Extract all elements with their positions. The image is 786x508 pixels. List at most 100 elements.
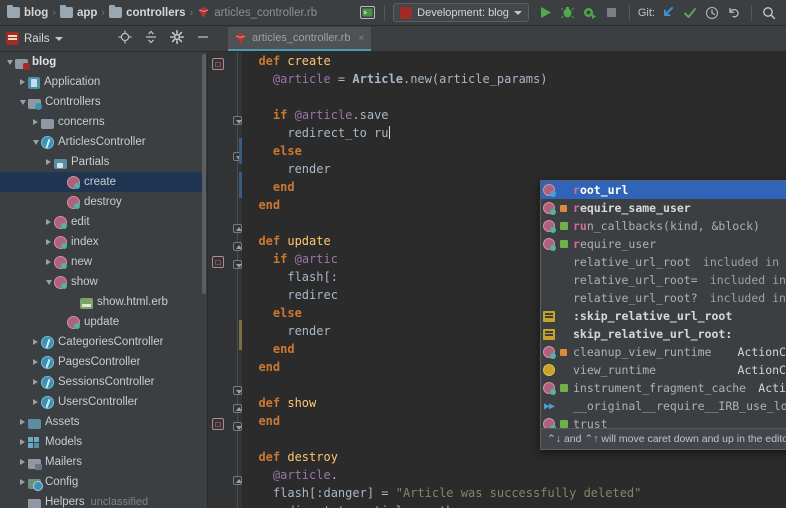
tree-expand-arrow-icon[interactable] bbox=[30, 112, 41, 132]
tree-expand-arrow-icon[interactable] bbox=[30, 392, 41, 412]
overridden-method-marker[interactable]: □ bbox=[212, 418, 224, 430]
tree-expand-arrow-icon[interactable] bbox=[30, 332, 41, 352]
tree-item-update[interactable]: update bbox=[0, 312, 207, 332]
completion-item[interactable]: root_urlArticlesController bbox=[541, 181, 786, 199]
tree-expand-arrow-icon[interactable] bbox=[30, 132, 41, 152]
completion-item-label: __original__require__IRB_use_loader__ bbox=[573, 399, 786, 413]
completion-item[interactable]: view_runtime ActionController::Instrument… bbox=[541, 361, 786, 379]
tree-item-index[interactable]: index bbox=[0, 232, 207, 252]
collapse-all-icon[interactable] bbox=[144, 30, 158, 47]
tree-expand-arrow-icon[interactable] bbox=[43, 232, 54, 252]
completion-item[interactable]: require_same_userArticlesController bbox=[541, 199, 786, 217]
fold-toggle[interactable] bbox=[233, 422, 242, 431]
commit-icon[interactable] bbox=[679, 2, 701, 24]
update-project-icon[interactable] bbox=[657, 2, 679, 24]
breadcrumb-item-file[interactable]: articles_controller.rb bbox=[194, 0, 320, 26]
completion-item-label: run_callbacks(kind, &block) bbox=[573, 219, 760, 233]
sidebar-scrollbar-thumb[interactable] bbox=[202, 54, 206, 294]
close-icon[interactable]: × bbox=[358, 33, 364, 44]
completion-item[interactable]: run_callbacks(kind, &block)ActiveSupport… bbox=[541, 217, 786, 235]
tree-item-application[interactable]: Application bbox=[0, 72, 207, 92]
fold-toggle[interactable] bbox=[233, 260, 242, 269]
completion-item[interactable]: relative_url_root? included in AbstractCo… bbox=[541, 289, 786, 307]
locate-icon[interactable] bbox=[118, 30, 132, 47]
breadcrumb-label: controllers bbox=[126, 6, 186, 19]
tree-item-pagescontroller[interactable]: PagesController bbox=[0, 352, 207, 372]
debug-button[interactable] bbox=[557, 2, 579, 24]
tree-expand-arrow-icon[interactable] bbox=[43, 272, 54, 292]
completion-item[interactable]: cleanup_view_runtime ActionController::In… bbox=[541, 343, 786, 361]
tree-item-articlescontroller[interactable]: ArticlesController bbox=[0, 132, 207, 152]
search-everywhere-icon[interactable] bbox=[758, 2, 780, 24]
completion-item[interactable]: instrument_fragment_cache ActionControlle… bbox=[541, 379, 786, 397]
sidebar-scrollbar[interactable] bbox=[201, 52, 207, 508]
run-button[interactable] bbox=[535, 2, 557, 24]
tree-item-destroy[interactable]: destroy bbox=[0, 192, 207, 212]
completion-item[interactable]: skip_relative_url_root: bbox=[541, 325, 786, 343]
rollback-icon[interactable] bbox=[723, 2, 745, 24]
tree-item-categoriescontroller[interactable]: CategoriesController bbox=[0, 332, 207, 352]
history-icon[interactable] bbox=[701, 2, 723, 24]
fold-toggle[interactable] bbox=[233, 116, 242, 125]
tree-item-label: destroy bbox=[84, 196, 122, 208]
code-completion-popup[interactable]: root_urlArticlesControllerrequire_same_u… bbox=[540, 180, 786, 450]
tree-expand-arrow-icon[interactable] bbox=[17, 92, 28, 112]
project-tree[interactable]: blog Application Controllers concerns Articl… bbox=[0, 52, 208, 508]
settings-icon[interactable] bbox=[170, 30, 184, 47]
text-caret bbox=[388, 126, 390, 139]
completion-item[interactable]: :skip_relative_url_root bbox=[541, 307, 786, 325]
tree-item-partials[interactable]: Partials bbox=[0, 152, 207, 172]
fold-toggle[interactable] bbox=[233, 242, 242, 251]
tree-expand-arrow-icon[interactable] bbox=[17, 412, 28, 432]
run-configuration-selector[interactable]: Development: blog bbox=[393, 3, 529, 22]
tree-expand-arrow-icon[interactable] bbox=[17, 472, 28, 492]
breadcrumb-item-controllers[interactable]: controllers bbox=[106, 0, 188, 26]
tree-item-concerns[interactable]: concerns bbox=[0, 112, 207, 132]
tree-item-controllers[interactable]: Controllers bbox=[0, 92, 207, 112]
completion-item[interactable]: relative_url_root included in AbstractCon… bbox=[541, 253, 786, 271]
rails-icon bbox=[6, 32, 19, 45]
tree-item-sessionscontroller[interactable]: SessionsController bbox=[0, 372, 207, 392]
tree-item-blog[interactable]: blog bbox=[0, 52, 207, 72]
stop-button[interactable] bbox=[601, 2, 623, 24]
fold-toggle[interactable] bbox=[233, 386, 242, 395]
completion-item[interactable]: relative_url_root= included in AbstractCo… bbox=[541, 271, 786, 289]
tree-item-label: Models bbox=[45, 436, 83, 448]
tree-item-helpers[interactable]: Helpers unclassified bbox=[0, 492, 207, 508]
tree-item-mailers[interactable]: Mailers bbox=[0, 452, 207, 472]
breadcrumb-item-blog[interactable]: blog bbox=[4, 0, 51, 26]
tree-item-userscontroller[interactable]: UsersController bbox=[0, 392, 207, 412]
tree-expand-arrow-icon[interactable] bbox=[30, 372, 41, 392]
tree-item-models[interactable]: Models bbox=[0, 432, 207, 452]
tree-expand-arrow-icon[interactable] bbox=[30, 352, 41, 372]
hide-icon[interactable] bbox=[196, 30, 210, 47]
tree-item-show[interactable]: show bbox=[0, 272, 207, 292]
tree-expand-arrow-icon[interactable] bbox=[43, 152, 54, 172]
overridden-method-marker[interactable]: □ bbox=[212, 256, 224, 268]
tree-expand-arrow-icon[interactable] bbox=[43, 252, 54, 272]
fold-toggle[interactable] bbox=[233, 476, 242, 485]
tree-expand-arrow-icon[interactable] bbox=[17, 72, 28, 92]
terminal-icon[interactable] bbox=[356, 2, 378, 24]
breadcrumb-item-app[interactable]: app bbox=[57, 0, 100, 26]
tree-expand-arrow-icon[interactable] bbox=[4, 52, 15, 72]
completion-item[interactable]: require_userApplicationController bbox=[541, 235, 786, 253]
completion-list[interactable]: root_urlArticlesControllerrequire_same_u… bbox=[541, 181, 786, 449]
fold-toggle[interactable] bbox=[233, 224, 242, 233]
editor-tab-articles-controller[interactable]: articles_controller.rb × bbox=[228, 27, 372, 51]
tree-item-edit[interactable]: edit bbox=[0, 212, 207, 232]
completion-item[interactable]: ▶▶__original__require__IRB_use_loader__O… bbox=[541, 397, 786, 415]
tree-item-new[interactable]: new bbox=[0, 252, 207, 272]
code-editor[interactable]: □ □ □ def create @article = Article.new(… bbox=[208, 52, 786, 508]
fold-toggle[interactable] bbox=[233, 404, 242, 413]
tree-expand-arrow-icon[interactable] bbox=[17, 432, 28, 452]
tree-item-show-html-erb[interactable]: show.html.erb bbox=[0, 292, 207, 312]
overridden-method-marker[interactable]: □ bbox=[212, 58, 224, 70]
project-view-selector[interactable]: Rails bbox=[0, 26, 112, 51]
tree-item-config[interactable]: Config bbox=[0, 472, 207, 492]
tree-expand-arrow-icon[interactable] bbox=[17, 452, 28, 472]
tree-item-assets[interactable]: Assets bbox=[0, 412, 207, 432]
run-with-coverage-button[interactable] bbox=[579, 2, 601, 24]
tree-item-create[interactable]: create bbox=[0, 172, 207, 192]
tree-expand-arrow-icon[interactable] bbox=[43, 212, 54, 232]
